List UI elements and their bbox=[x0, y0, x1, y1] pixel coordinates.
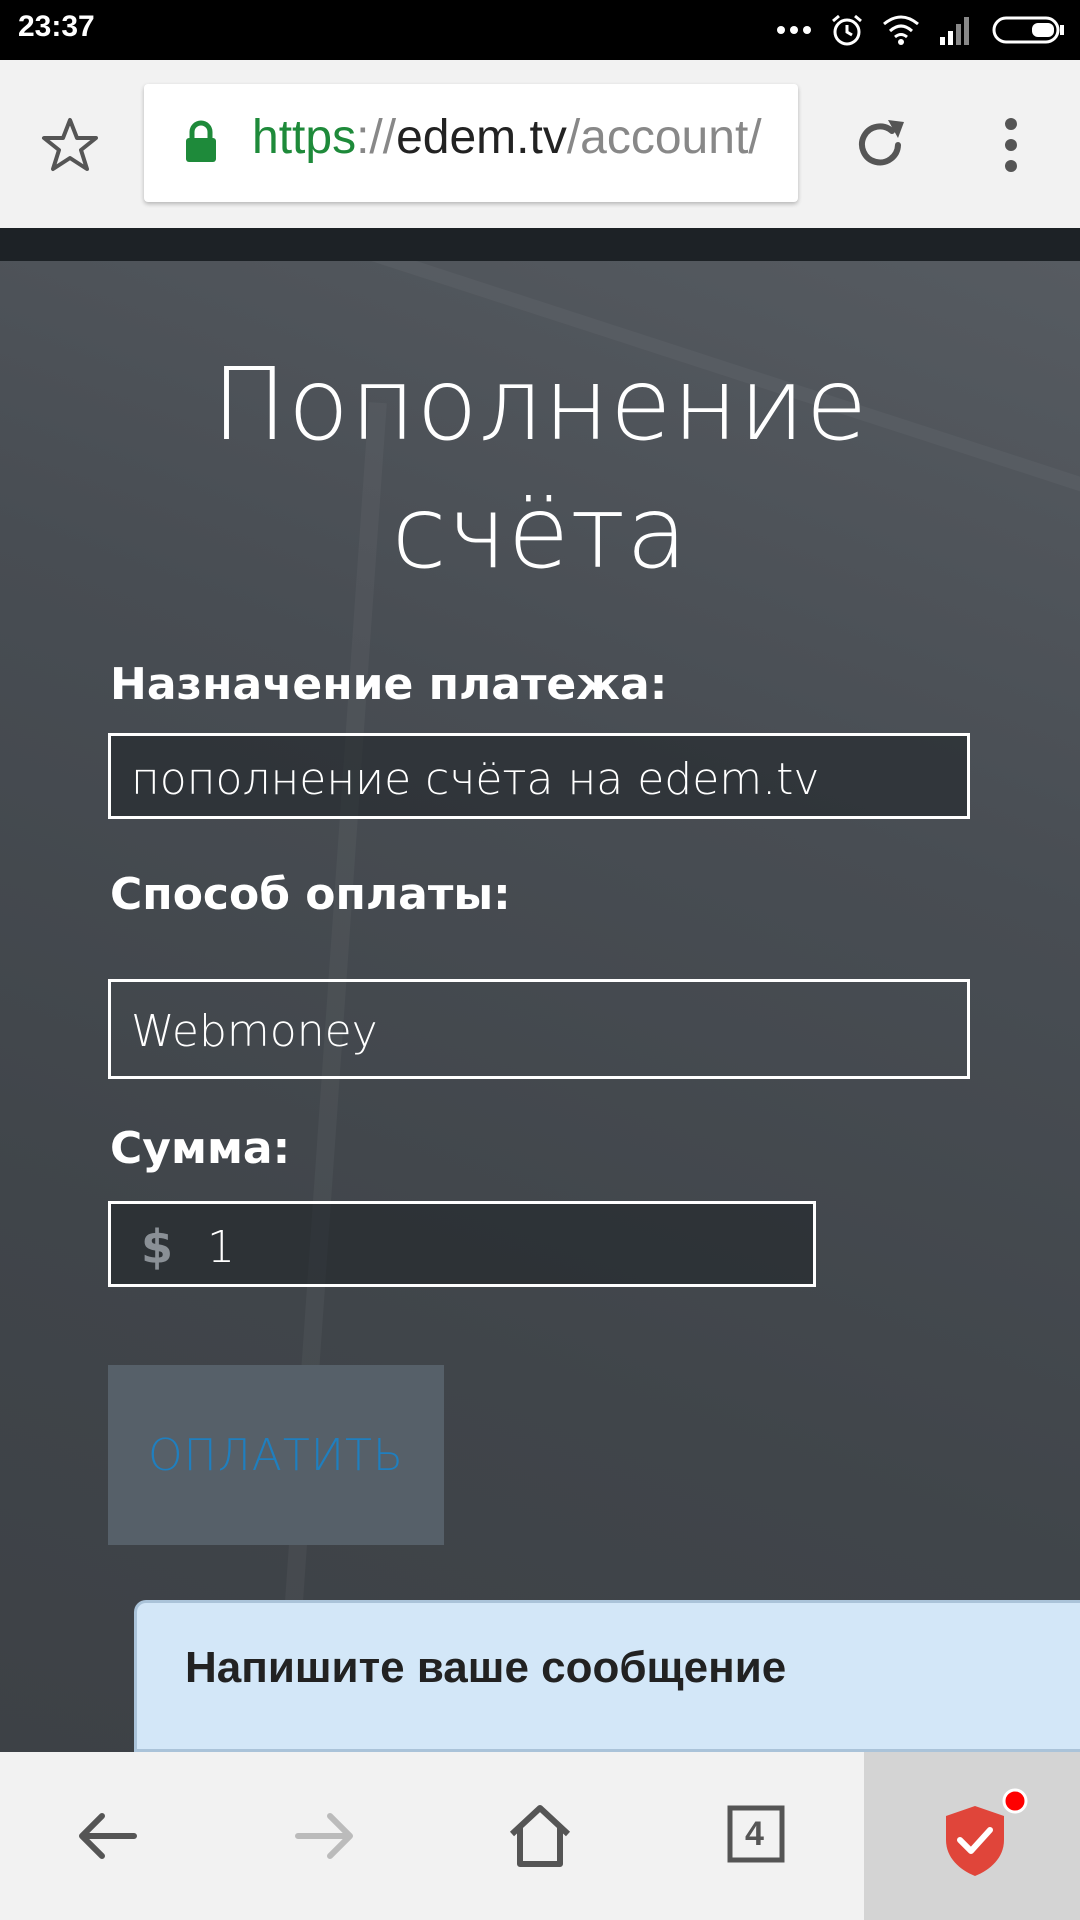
chat-placeholder: Напишите ваше сообщение bbox=[185, 1643, 787, 1692]
currency-symbol: $ bbox=[141, 1220, 174, 1274]
url-scheme: https bbox=[252, 111, 357, 164]
pay-button[interactable]: ОПЛАТИТЬ bbox=[108, 1365, 444, 1545]
reload-icon[interactable] bbox=[852, 116, 910, 174]
back-arrow-icon[interactable] bbox=[68, 1796, 148, 1876]
url-host: edem.tv bbox=[396, 111, 567, 164]
site-header-strip bbox=[0, 228, 1080, 261]
status-bar: 23:37 bbox=[0, 0, 1080, 60]
payment-method-label: Способ оплаты: bbox=[110, 869, 511, 920]
purpose-value: пополнение счёта на edem.tv bbox=[131, 754, 820, 805]
url-path: /account/ bbox=[566, 111, 762, 164]
browser-bottom-nav: 4 bbox=[0, 1752, 1080, 1920]
page-title-line2: счёта bbox=[391, 474, 689, 591]
overflow-menu-icon[interactable] bbox=[996, 116, 1026, 174]
tab-count: 4 bbox=[745, 1815, 764, 1853]
alarm-icon bbox=[832, 14, 862, 46]
purpose-label: Назначение платежа: bbox=[110, 659, 668, 710]
shield-button[interactable] bbox=[864, 1752, 1080, 1920]
shield-check-icon bbox=[946, 1806, 1004, 1876]
browser-toolbar: https://edem.tv/account/ bbox=[0, 60, 1080, 228]
wifi-icon bbox=[883, 15, 919, 45]
more-dots-icon bbox=[777, 26, 811, 34]
url-separator: :// bbox=[356, 111, 397, 164]
bookmark-star-icon[interactable] bbox=[40, 116, 100, 176]
signal-icon bbox=[940, 17, 969, 45]
home-icon[interactable] bbox=[500, 1796, 580, 1876]
purpose-field[interactable]: пополнение счёта на edem.tv bbox=[108, 733, 970, 819]
lock-icon bbox=[186, 120, 216, 162]
amount-value: 1 bbox=[207, 1222, 235, 1273]
tab-switcher-button[interactable]: 4 bbox=[716, 1796, 796, 1876]
payment-method-select[interactable]: Webmoney bbox=[108, 979, 970, 1079]
page-title-line1: Пополнение bbox=[211, 346, 869, 463]
payment-page: Пополнение счёта Назначение платежа: поп… bbox=[0, 261, 1080, 1752]
status-icons bbox=[776, 10, 1066, 50]
page-title: Пополнение счёта bbox=[0, 341, 1080, 597]
status-time: 23:37 bbox=[18, 10, 95, 43]
url-text: https://edem.tv/account/ bbox=[252, 110, 762, 165]
url-bar[interactable]: https://edem.tv/account/ bbox=[144, 84, 798, 202]
battery-icon bbox=[992, 16, 1064, 44]
chat-widget[interactable]: Напишите ваше сообщение bbox=[134, 1600, 1080, 1752]
amount-input[interactable]: $ 1 bbox=[108, 1201, 816, 1287]
payment-method-value: Webmoney bbox=[131, 1006, 378, 1057]
notification-dot-icon bbox=[1002, 1788, 1028, 1814]
forward-arrow-icon[interactable] bbox=[284, 1796, 364, 1876]
amount-label: Сумма: bbox=[110, 1123, 291, 1174]
